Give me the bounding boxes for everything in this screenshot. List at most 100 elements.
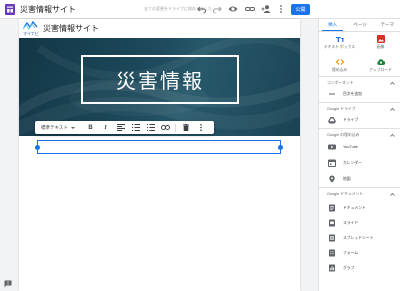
- upload-tile-label: アップロード: [369, 68, 392, 72]
- delete-button[interactable]: [180, 123, 191, 133]
- list-item-map[interactable]: 地図: [319, 172, 400, 186]
- drive-icon: [328, 117, 336, 124]
- document-label: ドキュメント: [343, 206, 366, 210]
- youtube-label: YouTube: [343, 145, 358, 149]
- list-item-toc[interactable]: 目次を追加: [319, 87, 400, 101]
- map-pin-icon: [329, 175, 335, 183]
- table-of-contents-icon: [329, 93, 335, 95]
- resize-handle-right[interactable]: [278, 145, 283, 150]
- chevron-up-icon: [390, 192, 395, 196]
- redo-icon[interactable]: [212, 4, 222, 14]
- publish-button[interactable]: 公開: [291, 4, 310, 15]
- banner-title[interactable]: 災害情報: [116, 65, 204, 94]
- site-page: マイナビ 災害情報サイト 災害情報 標準テキスト B I: [19, 19, 300, 291]
- image-icon: [376, 35, 385, 43]
- site-logo-text: マイナビ: [23, 30, 39, 36]
- text-box[interactable]: [35, 140, 283, 154]
- sites-editor: 災害情報サイト 全ての変更をドライブに保存しました 公開 マイナビ 災害情報サイ…: [0, 0, 400, 291]
- slides-icon: [329, 219, 335, 227]
- bold-button[interactable]: B: [85, 123, 96, 133]
- text-box-tile[interactable]: Tт テキスト ボックス: [319, 34, 360, 54]
- chart-icon: [329, 264, 335, 272]
- numbered-list-icon: [131, 124, 140, 131]
- chevron-down-icon: [70, 126, 75, 129]
- document-icon: [329, 204, 335, 212]
- chevron-up-icon: [390, 133, 395, 137]
- preview-icon[interactable]: [228, 4, 238, 14]
- section-embeds-title: Google の埋め込み: [327, 133, 360, 137]
- map-label: 地図: [343, 177, 351, 181]
- insert-panel: 挿入 ページ テーマ Tт テキスト ボックス 画像 埋め込み アップロード コ…: [318, 19, 400, 291]
- tab-insert[interactable]: 挿入: [319, 19, 346, 31]
- tab-themes[interactable]: テーマ: [374, 19, 400, 31]
- list-item-drive[interactable]: ドライブ: [319, 113, 400, 127]
- chevron-up-icon: [390, 81, 395, 85]
- document-title[interactable]: 災害情報サイト: [20, 4, 76, 15]
- section-components[interactable]: コンポーネント: [319, 76, 400, 87]
- list-item-slides[interactable]: スライド: [319, 216, 400, 230]
- more-options-button[interactable]: [195, 123, 206, 133]
- image-tile[interactable]: 画像: [360, 34, 400, 54]
- upload-icon: [376, 59, 385, 66]
- calendar-icon: [328, 159, 336, 167]
- link-icon[interactable]: [245, 4, 255, 14]
- sheets-icon: [329, 234, 335, 242]
- more-vert-icon[interactable]: [276, 4, 286, 14]
- embed-tile[interactable]: 埋め込み: [319, 57, 360, 77]
- sheets-label: スプレッドシート: [343, 236, 374, 240]
- insert-link-button[interactable]: [160, 123, 171, 133]
- drive-label: ドライブ: [343, 118, 359, 122]
- bulleted-list-icon: [146, 124, 155, 131]
- section-drive[interactable]: Google ドライブ: [319, 102, 400, 113]
- sites-logo-icon[interactable]: [5, 4, 15, 15]
- section-drive-title: Google ドライブ: [327, 107, 356, 111]
- align-left-icon: [116, 124, 125, 131]
- forms-label: フォーム: [343, 251, 359, 255]
- text-box-icon: Tт: [336, 36, 344, 43]
- chart-label: グラフ: [343, 266, 355, 270]
- panel-tabs: 挿入 ページ テーマ: [319, 19, 400, 31]
- slides-label: スライド: [343, 221, 359, 225]
- list-item-document[interactable]: ドキュメント: [319, 201, 400, 215]
- paragraph-style-label: 標準テキスト: [41, 124, 68, 130]
- upload-tile[interactable]: アップロード: [360, 57, 400, 77]
- italic-button[interactable]: I: [100, 123, 111, 133]
- undo-icon[interactable]: [197, 4, 207, 14]
- list-item-forms[interactable]: フォーム: [319, 246, 400, 260]
- text-box-tile-label: テキスト ボックス: [323, 45, 356, 49]
- section-docs-title: Google ドキュメント: [327, 192, 364, 196]
- site-name[interactable]: 災害情報サイト: [43, 23, 99, 34]
- trash-icon: [182, 124, 189, 131]
- toolbar-divider: [175, 123, 176, 132]
- chevron-up-icon: [390, 107, 395, 111]
- list-item-chart[interactable]: グラフ: [319, 261, 400, 275]
- editor-canvas: マイナビ 災害情報サイト 災害情報 標準テキスト B I: [0, 19, 318, 291]
- section-docs[interactable]: Google ドキュメント: [319, 187, 400, 198]
- numbered-list-button[interactable]: [130, 123, 141, 133]
- site-header: マイナビ 災害情報サイト: [19, 19, 300, 38]
- svg-text:Tт: Tт: [336, 36, 344, 43]
- image-tile-label: 画像: [376, 45, 385, 49]
- bulleted-list-button[interactable]: [145, 123, 156, 133]
- tab-pages[interactable]: ページ: [346, 19, 373, 31]
- link-icon: [161, 125, 170, 130]
- list-item-calendar[interactable]: カレンダー: [319, 156, 400, 170]
- resize-handle-left[interactable]: [35, 145, 40, 150]
- section-embeds[interactable]: Google の埋め込み: [319, 128, 400, 139]
- share-icon[interactable]: [261, 4, 271, 14]
- align-button[interactable]: [115, 123, 126, 133]
- list-item-youtube[interactable]: YouTube: [319, 140, 400, 154]
- calendar-label: カレンダー: [343, 161, 362, 165]
- tab-divider: [319, 31, 400, 32]
- top-bar: 災害情報サイト 全ての変更をドライブに保存しました 公開: [0, 0, 400, 19]
- text-format-toolbar: 標準テキスト B I: [35, 121, 214, 134]
- feedback-icon[interactable]: [4, 280, 12, 288]
- youtube-icon: [328, 144, 336, 150]
- site-logo[interactable]: マイナビ: [22, 21, 40, 36]
- paragraph-style-select[interactable]: 標準テキスト: [41, 125, 81, 131]
- more-vert-icon: [199, 124, 202, 131]
- list-item-sheets[interactable]: スプレッドシート: [319, 231, 400, 245]
- embed-tile-label: 埋め込み: [331, 68, 348, 72]
- banner-title-frame: 災害情報: [81, 55, 239, 104]
- toc-label: 目次を追加: [343, 92, 362, 96]
